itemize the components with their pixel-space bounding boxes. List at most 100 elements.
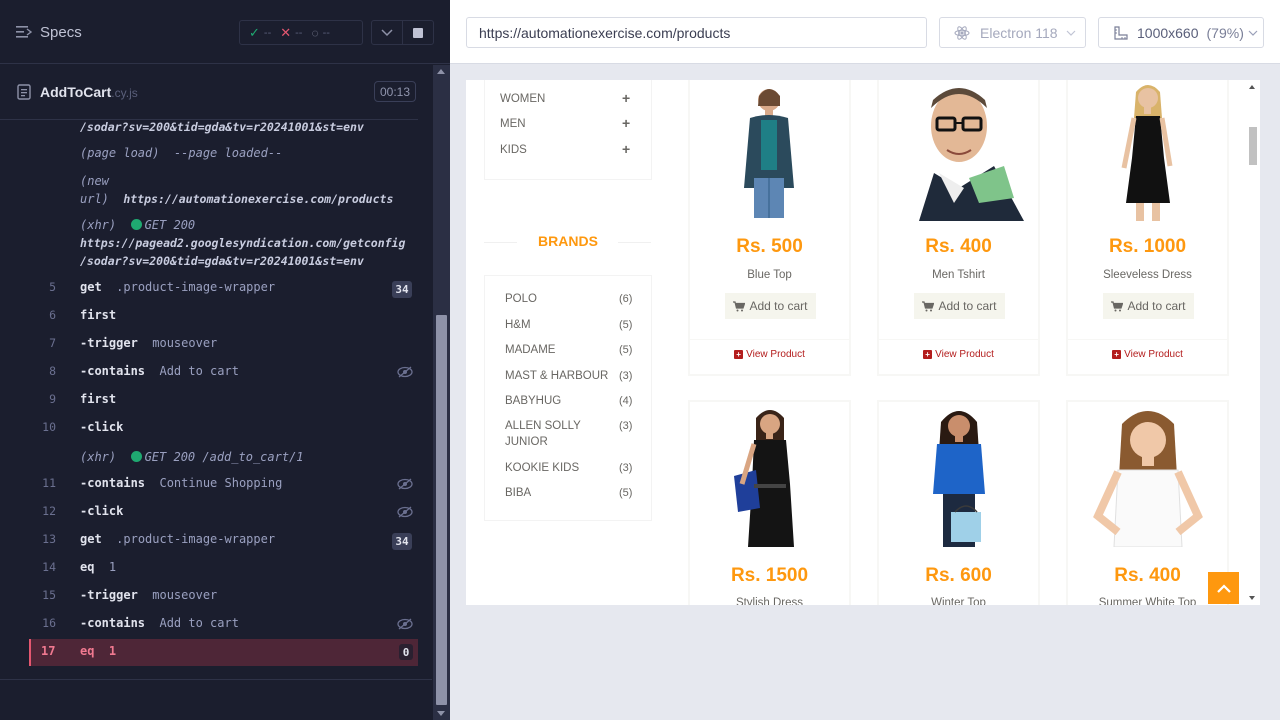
scrollbar-thumb[interactable] bbox=[1249, 127, 1257, 165]
command-arg: Add to cart bbox=[159, 616, 239, 630]
brand-link[interactable]: BABYHUG bbox=[505, 393, 595, 409]
category-panel: WOMEN + MEN + KIDS + bbox=[484, 80, 652, 180]
element-count-badge: 0 bbox=[399, 644, 413, 660]
specs-label[interactable]: Specs bbox=[40, 24, 82, 41]
divider bbox=[0, 679, 432, 680]
brand-link[interactable]: MADAME bbox=[505, 342, 595, 358]
category-kids[interactable]: KIDS bbox=[500, 144, 527, 156]
command-text: eq 1 bbox=[80, 644, 116, 658]
plus-icon[interactable]: + bbox=[622, 90, 630, 106]
command-arg: mouseover bbox=[152, 336, 218, 350]
command-text: -click bbox=[80, 504, 123, 518]
command-name: -contains bbox=[80, 616, 146, 630]
view-product-label: View Product bbox=[746, 349, 805, 360]
product-card[interactable]: Rs. 600 Winter Top bbox=[877, 400, 1040, 605]
view-product-link[interactable]: + View Product bbox=[879, 349, 1038, 360]
specs-header: Specs ✓ -- ✕ -- ◌ -- bbox=[0, 0, 450, 64]
scroll-down-icon[interactable] bbox=[1249, 596, 1255, 600]
viewport-selector[interactable]: 1000x660 (79%) bbox=[1098, 17, 1264, 48]
plus-icon[interactable]: + bbox=[622, 141, 630, 157]
product-price: Rs. 1500 bbox=[730, 565, 809, 586]
log-event-xhr[interactable]: (xhr) GET 200 /add_to_cart/1 bbox=[80, 448, 415, 466]
passed-stat: ✓ -- bbox=[249, 25, 271, 41]
command-number: 16 bbox=[42, 616, 56, 630]
aut-url-text: https://automationexercise.com/products bbox=[479, 24, 731, 41]
product-card[interactable]: Rs. 400 Men Tshirt Add to cart + View Pro… bbox=[877, 80, 1040, 376]
product-price: Rs. 1000 bbox=[1108, 236, 1187, 257]
aut-url-field[interactable]: https://automationexercise.com/products bbox=[466, 17, 927, 48]
command-number: 15 bbox=[42, 588, 56, 602]
command-text: first bbox=[80, 308, 116, 322]
event-label: (new bbox=[80, 174, 109, 188]
scroll-to-top-button[interactable] bbox=[1208, 572, 1239, 604]
product-price: Rs. 400 bbox=[925, 236, 992, 257]
viewport-size: 1000x660 bbox=[1137, 24, 1199, 41]
scroll-up-icon[interactable] bbox=[1249, 85, 1255, 89]
log-event[interactable]: /sodar?sv=200&tid=gda&tv=r20241001&st=en… bbox=[80, 120, 415, 136]
command-arg: 1 bbox=[108, 644, 117, 658]
command-log-panel: Specs ✓ -- ✕ -- ◌ -- AddToCart.cy.js 00:… bbox=[0, 0, 450, 720]
specs-list-icon[interactable] bbox=[16, 25, 32, 39]
command-arg: mouseover bbox=[152, 588, 218, 602]
brands-heading: BRANDS bbox=[538, 233, 598, 249]
command-text: -contains Add to cart bbox=[80, 616, 239, 630]
product-card[interactable]: Rs. 400 Summer White Top bbox=[1066, 400, 1229, 605]
category-women[interactable]: WOMEN bbox=[500, 93, 545, 105]
aut-header: https://automationexercise.com/products … bbox=[450, 0, 1280, 64]
command-row-failed[interactable]: 17 eq 1 0 bbox=[29, 639, 418, 666]
command-name: get bbox=[80, 532, 102, 546]
product-card[interactable]: Rs. 1000 Sleeveless Dress Add to cart + V… bbox=[1066, 80, 1229, 376]
brand-link[interactable]: H&M bbox=[505, 317, 595, 333]
scroll-down-icon[interactable] bbox=[437, 711, 445, 716]
brand-link[interactable]: POLO bbox=[505, 291, 595, 307]
log-event-xhr[interactable]: (xhr) GET 200 https://pagead2.googlesynd… bbox=[80, 216, 415, 270]
command-name: eq bbox=[80, 644, 95, 658]
view-product-link[interactable]: + View Product bbox=[1068, 349, 1227, 360]
brand-count: (3) bbox=[619, 370, 633, 382]
aut-scrollbar[interactable] bbox=[1245, 80, 1260, 605]
command-text: get .product-image-wrapper bbox=[80, 280, 275, 294]
product-image bbox=[879, 404, 1038, 547]
success-dot-icon bbox=[130, 451, 142, 462]
view-product-link[interactable]: + View Product bbox=[690, 349, 849, 360]
product-card[interactable]: Rs. 500 Blue Top Add to cart + View Produ… bbox=[688, 80, 851, 376]
collapse-button[interactable] bbox=[372, 21, 402, 44]
command-text: eq 1 bbox=[80, 560, 116, 574]
scrollbar-thumb[interactable] bbox=[436, 315, 447, 705]
product-name: Sleeveless Dress bbox=[1103, 269, 1192, 281]
add-to-cart-label: Add to cart bbox=[1127, 299, 1186, 313]
command-name: -contains bbox=[80, 364, 146, 378]
pending-stat: ◌ -- bbox=[311, 26, 329, 40]
brand-link[interactable]: ALLEN SOLLY JUNIOR bbox=[505, 418, 590, 450]
scroll-up-icon[interactable] bbox=[437, 69, 445, 74]
brand-count: (5) bbox=[619, 487, 633, 499]
product-image bbox=[690, 404, 849, 547]
eye-slash-icon bbox=[397, 366, 413, 378]
browser-selector[interactable]: Electron 118 bbox=[939, 17, 1086, 48]
category-men[interactable]: MEN bbox=[500, 118, 526, 130]
log-event-page-load[interactable]: (page load) --page loaded-- bbox=[80, 144, 415, 162]
product-card[interactable]: Rs. 1500 Stylish Dress bbox=[688, 400, 851, 605]
brand-count: (6) bbox=[619, 293, 633, 305]
stop-button[interactable] bbox=[402, 21, 433, 44]
add-to-cart-button[interactable]: Add to cart bbox=[914, 293, 1005, 319]
view-product-label: View Product bbox=[935, 349, 994, 360]
cart-icon bbox=[733, 300, 746, 311]
add-to-cart-button[interactable]: Add to cart bbox=[725, 293, 816, 319]
xhr-url: https://pagead2.googlesyndication.com/ge… bbox=[80, 236, 406, 250]
brand-link[interactable]: KOOKIE KIDS bbox=[505, 460, 595, 476]
plus-icon[interactable]: + bbox=[622, 115, 630, 131]
event-label: (page load) bbox=[80, 146, 160, 160]
divider bbox=[690, 339, 849, 340]
xhr-url-fragment: /sodar?sv=200&tid=gda&tv=r20241001&st=en… bbox=[80, 120, 364, 134]
command-name: -trigger bbox=[80, 588, 138, 602]
add-to-cart-button[interactable]: Add to cart bbox=[1103, 293, 1194, 319]
command-number: 10 bbox=[42, 420, 56, 434]
command-text: -trigger mouseover bbox=[80, 588, 217, 602]
command-row[interactable]: 5 get .product-image-wrapper 34 bbox=[0, 280, 418, 298]
product-name: Stylish Dress bbox=[735, 597, 804, 605]
brand-link[interactable]: MAST & HARBOUR bbox=[505, 368, 615, 384]
log-event-new-url[interactable]: (new url) https://automationexercise.com… bbox=[80, 172, 415, 208]
brand-link[interactable]: BIBA bbox=[505, 485, 595, 501]
command-log-scrollbar[interactable] bbox=[433, 65, 450, 720]
